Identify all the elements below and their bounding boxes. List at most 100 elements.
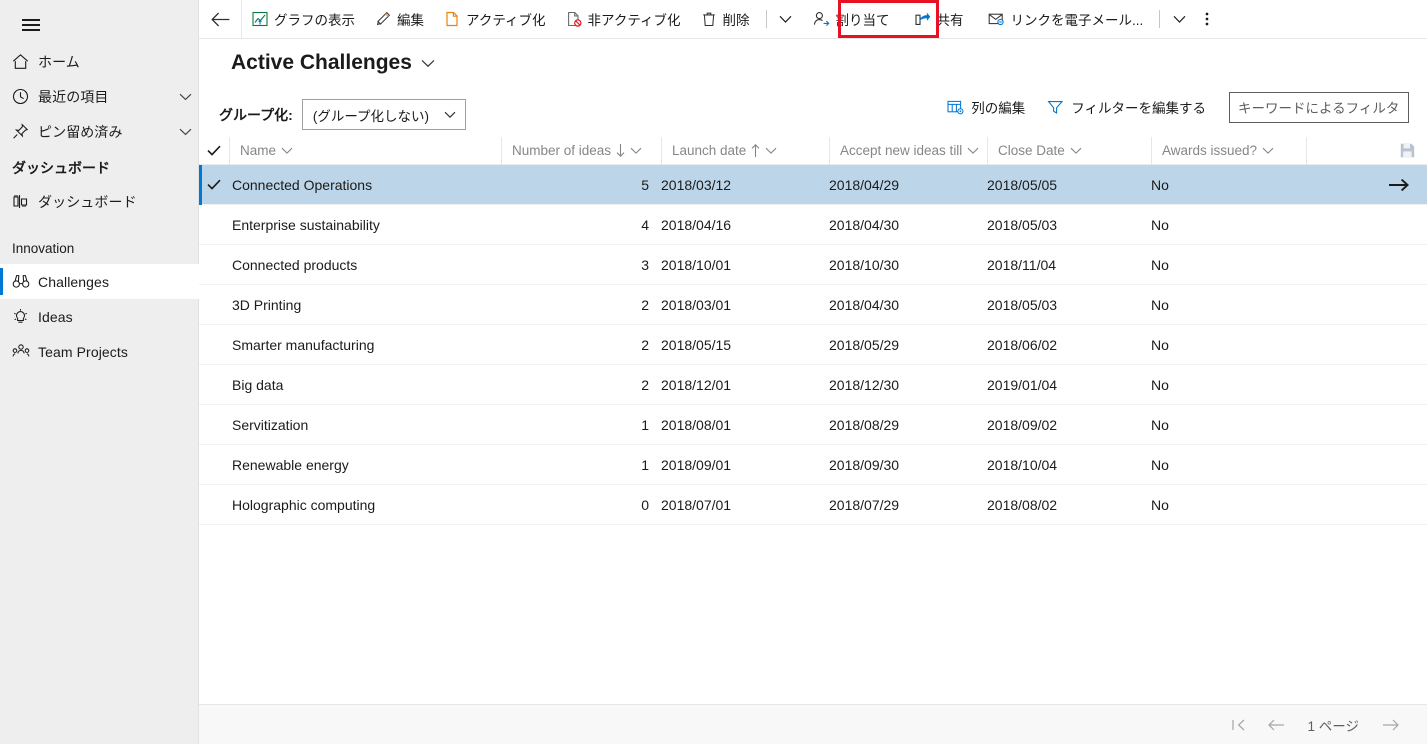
keyword-filter-input[interactable]: キーワードによるフィルタ: [1229, 91, 1409, 123]
open-record-arrow-icon: [1389, 178, 1409, 192]
clock-icon: [12, 88, 38, 105]
cell-ideas: 2: [641, 376, 649, 393]
column-header-label: Close Date: [998, 143, 1065, 158]
column-header-close[interactable]: Close Date: [987, 136, 1151, 165]
table-row[interactable]: Smarter manufacturing 2 2018/05/15 2018/05/…: [199, 325, 1427, 365]
select-all-checkbox[interactable]: [199, 145, 229, 156]
back-button[interactable]: [199, 0, 241, 38]
cmd-edit-button[interactable]: 編集: [365, 0, 434, 38]
cmd-activate-label: アクティブ化: [466, 13, 546, 28]
next-page-button[interactable]: [1375, 710, 1405, 740]
chevron-down-icon[interactable]: [1070, 147, 1082, 155]
cmd-overflow-chevron-2[interactable]: [1166, 0, 1192, 38]
table-row[interactable]: Servitization 1 2018/08/01 2018/08/29 2018/0…: [199, 405, 1427, 445]
cell-launch: 2018/12/01: [661, 376, 732, 393]
sidebar-item-team-projects[interactable]: Team Projects: [0, 334, 199, 369]
sort-descending-icon: [616, 144, 625, 157]
cmd-assign-button[interactable]: 割り当て: [803, 0, 900, 38]
cell-accept: 2018/10/30: [829, 256, 900, 273]
grid-header-row: Name Number of ideas Launch date Accept new…: [199, 136, 1427, 165]
chevron-down-icon: [421, 59, 435, 68]
column-header-accept[interactable]: Accept new ideas till: [829, 136, 987, 165]
table-row[interactable]: Enterprise sustainability 4 2018/04/16 2018…: [199, 205, 1427, 245]
cell-accept: 2018/12/30: [829, 376, 900, 393]
cell-awards: No: [1151, 376, 1169, 393]
lightbulb-icon: [12, 308, 38, 325]
open-record-button[interactable]: [1389, 165, 1409, 205]
row-select-checkbox[interactable]: [199, 179, 229, 190]
cell-close: 2018/11/04: [987, 256, 1057, 273]
column-header-label: Name: [240, 143, 277, 158]
sidebar-section-title: Innovation: [12, 241, 75, 256]
cell-close: 2019/01/04: [987, 376, 1058, 393]
prev-page-button[interactable]: [1262, 710, 1292, 740]
cell-name: Connected Operations: [232, 176, 373, 193]
cell-close: 2018/05/05: [987, 176, 1058, 193]
cmd-overflow-chevron-1[interactable]: [773, 0, 799, 38]
sidebar-item-challenges[interactable]: Challenges: [0, 264, 199, 299]
cmd-delete-button[interactable]: 削除: [691, 0, 760, 38]
cell-accept: 2018/04/30: [829, 216, 900, 233]
hamburger-menu-button[interactable]: [12, 8, 50, 42]
chevron-down-icon[interactable]: [171, 93, 199, 101]
cell-awards: No: [1151, 496, 1169, 513]
edit-filters-button[interactable]: フィルターを編集する: [1038, 91, 1215, 123]
sidebar-item-最近の項目[interactable]: 最近の項目: [0, 79, 199, 114]
trash-icon: [701, 11, 717, 27]
column-header-awards[interactable]: Awards issued?: [1151, 136, 1306, 165]
edit-columns-label: 列の編集: [971, 101, 1026, 116]
chevron-down-icon[interactable]: [281, 147, 293, 155]
chevron-down-icon[interactable]: [765, 147, 777, 155]
table-row[interactable]: Connected products 3 2018/10/01 2018/10/30 2…: [199, 245, 1427, 285]
first-page-button[interactable]: [1224, 710, 1254, 740]
sidebar-item-ダッシュボード[interactable]: ダッシュボード: [0, 184, 199, 219]
app-root: ホーム 最近の項目 ピン留め済み ダッシュボード ダッシュボード Innovation Ch…: [0, 0, 1427, 744]
group-by-row: グループ化: (グループ化しない): [219, 99, 466, 130]
sidebar-nav-list: ホーム 最近の項目 ピン留め済み ダッシュボード ダッシュボード Innovation Ch…: [0, 44, 199, 369]
table-row[interactable]: Renewable energy 1 2018/09/01 2018/09/30 201…: [199, 445, 1427, 485]
cell-launch: 2018/03/12: [661, 176, 732, 193]
view-actions: 列の編集 フィルターを編集する キーワードによるフィルタ: [938, 91, 1409, 123]
save-icon[interactable]: [1400, 143, 1415, 158]
cmd-share-button[interactable]: 共有: [904, 0, 974, 38]
group-by-label: グループ化:: [219, 106, 293, 123]
view-selector[interactable]: Active Challenges: [231, 51, 435, 75]
chevron-down-icon[interactable]: [630, 147, 642, 155]
cmd-deactivate-button[interactable]: 非アクティブ化: [556, 0, 691, 38]
chevron-down-icon[interactable]: [1262, 147, 1274, 155]
column-header-name[interactable]: Name: [229, 136, 501, 165]
share-icon: [914, 11, 931, 27]
table-row[interactable]: Big data 2 2018/12/01 2018/12/30 2019/01/04 N…: [199, 365, 1427, 405]
sidebar-item-ピン留め済み[interactable]: ピン留め済み: [0, 114, 199, 149]
sidebar-item-ホーム[interactable]: ホーム: [0, 44, 199, 79]
cell-launch: 2018/03/01: [661, 296, 732, 313]
pin-icon: [12, 123, 38, 140]
cmd-show-chart-button[interactable]: グラフの表示: [242, 0, 365, 38]
sidebar-item-label: Team Projects: [38, 343, 128, 360]
cell-name: Big data: [232, 376, 284, 393]
table-row[interactable]: 3D Printing 2 2018/03/01 2018/04/30 2018/05/…: [199, 285, 1427, 325]
table-row[interactable]: Connected Operations 5 2018/03/12 2018/04/2…: [199, 165, 1427, 205]
cmd-email-link-button[interactable]: リンクを電子メール...: [978, 0, 1154, 38]
sidebar-item-ideas[interactable]: Ideas: [0, 299, 199, 334]
cmd-share-label: 共有: [936, 13, 964, 28]
binoculars-icon: [12, 273, 38, 290]
cmd-activate-button[interactable]: アクティブ化: [434, 0, 556, 38]
column-header-launch[interactable]: Launch date: [661, 136, 829, 165]
cmd-more-commands-button[interactable]: [1192, 0, 1222, 38]
back-arrow-icon: [210, 12, 229, 26]
cell-awards: No: [1151, 416, 1169, 433]
cell-ideas: 1: [641, 416, 649, 433]
table-row[interactable]: Holographic computing 0 2018/07/01 2018/07/…: [199, 485, 1427, 525]
check-icon: [207, 179, 221, 190]
sidebar-group-title: ダッシュボード: [12, 160, 110, 176]
cell-awards: No: [1151, 296, 1169, 313]
edit-columns-button[interactable]: 列の編集: [938, 91, 1034, 123]
chevron-down-icon[interactable]: [171, 128, 199, 136]
edit-filters-label: フィルターを編集する: [1071, 101, 1206, 116]
cell-accept: 2018/09/30: [829, 456, 900, 473]
column-header-ideas[interactable]: Number of ideas: [501, 136, 661, 165]
chevron-down-icon[interactable]: [967, 147, 979, 155]
group-by-select[interactable]: (グループ化しない): [301, 99, 466, 130]
chevron-down-icon: [1173, 15, 1186, 23]
